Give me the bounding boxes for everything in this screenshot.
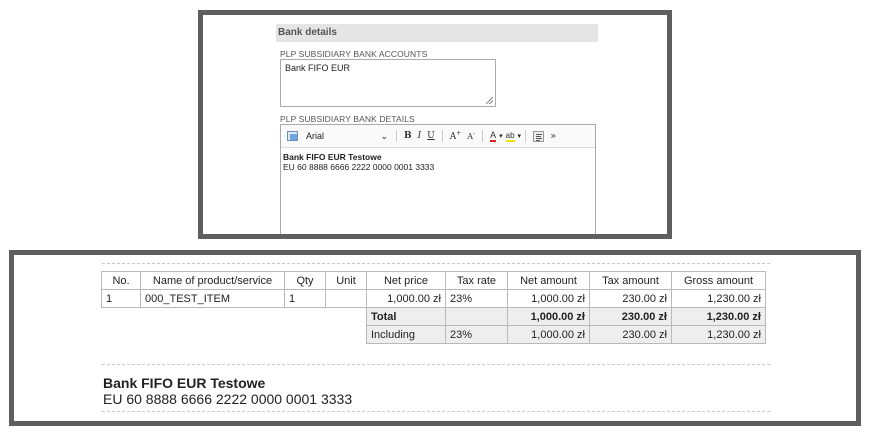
cell-tax-amount: 230.00 zł xyxy=(589,289,672,308)
invoice-preview-panel: No. Name of product/service Qty Unit Net… xyxy=(9,250,861,426)
more-options-button[interactable]: » xyxy=(550,131,556,142)
col-header-no: No. xyxy=(101,271,141,290)
including-tax-amount: 230.00 zł xyxy=(589,325,672,344)
cell-net-price: 1,000.00 zł xyxy=(366,289,446,308)
col-header-tax-amount: Tax amount xyxy=(589,271,672,290)
including-tax-rate: 23% xyxy=(445,325,508,344)
font-family-value: Arial xyxy=(306,131,325,141)
font-family-select[interactable]: Arial ⌄ xyxy=(302,131,392,142)
toolbar-divider xyxy=(441,130,443,142)
col-header-tax-rate: Tax rate xyxy=(445,271,508,290)
cell-name: 000_TEST_ITEM xyxy=(140,289,285,308)
resize-grip-icon[interactable] xyxy=(486,97,493,104)
col-header-net-amount: Net amount xyxy=(507,271,590,290)
superscript-button[interactable]: A+ xyxy=(450,130,462,142)
accounts-textarea[interactable]: Bank FIFO EUR xyxy=(280,59,496,107)
cell-unit xyxy=(325,289,367,308)
bank-details-panel: Bank details PLP SUBSIDIARY BANK ACCOUNT… xyxy=(198,10,672,239)
chevron-down-icon[interactable]: ▾ xyxy=(518,132,522,140)
including-net-amount: 1,000.00 zł xyxy=(507,325,590,344)
details-line-2: EU 60 8888 6666 2222 0000 0001 3333 xyxy=(283,162,435,172)
section-title: Bank details xyxy=(276,24,598,42)
insert-image-icon[interactable] xyxy=(287,131,298,141)
bold-button[interactable]: B xyxy=(404,131,412,141)
toolbar-divider xyxy=(482,130,484,142)
divider xyxy=(102,263,770,264)
chevron-down-icon: ⌄ xyxy=(380,130,388,141)
total-net-amount: 1,000.00 zł xyxy=(507,307,590,326)
including-label: Including xyxy=(366,325,446,344)
font-color-button[interactable]: A xyxy=(490,130,497,142)
items-table: No. Name of product/service Qty Unit Net… xyxy=(101,271,766,344)
highlight-color-button[interactable]: ab xyxy=(505,131,515,142)
table-row: 1 000_TEST_ITEM 1 1,000.00 zł 23% 1,000.… xyxy=(101,289,766,308)
cell-net-amount: 1,000.00 zł xyxy=(507,289,590,308)
toolbar-divider xyxy=(525,130,527,142)
total-row: Total 1,000.00 zł 230.00 zł 1,230.00 zł xyxy=(102,307,766,326)
underline-button[interactable]: U xyxy=(427,131,435,141)
align-button-icon[interactable] xyxy=(533,130,545,142)
col-header-qty: Qty xyxy=(284,271,326,290)
details-line-1: Bank FIFO EUR Testowe xyxy=(283,152,382,162)
bank-account-number: EU 60 8888 6666 2222 0000 0001 3333 xyxy=(103,391,353,407)
col-header-gross-amount: Gross amount xyxy=(671,271,766,290)
bank-title: Bank FIFO EUR Testowe xyxy=(103,375,266,391)
col-header-net-price: Net price xyxy=(366,271,446,290)
cell-no: 1 xyxy=(101,289,141,308)
total-gross-amount: 1,230.00 zł xyxy=(671,307,766,326)
including-gross-amount: 1,230.00 zł xyxy=(671,325,766,344)
toolbar-divider xyxy=(396,130,397,142)
total-label: Total xyxy=(366,307,446,326)
details-rich-text-editor[interactable]: Arial ⌄ B I U A+ A- A ▾ ab ▾ » Bank FIFO… xyxy=(280,124,596,234)
editor-toolbar: Arial ⌄ B I U A+ A- A ▾ ab ▾ » xyxy=(281,125,595,148)
subscript-button[interactable]: A- xyxy=(467,130,475,142)
cell-tax-rate: 23% xyxy=(445,289,508,308)
cell-gross-amount: 1,230.00 zł xyxy=(671,289,766,308)
total-tax-rate xyxy=(445,307,508,326)
italic-button[interactable]: I xyxy=(418,131,422,141)
editor-content[interactable]: Bank FIFO EUR Testowe EU 60 8888 6666 22… xyxy=(281,148,595,176)
col-header-unit: Unit xyxy=(325,271,367,290)
details-label: PLP SUBSIDIARY BANK DETAILS xyxy=(280,114,415,124)
accounts-value: Bank FIFO EUR xyxy=(285,63,351,73)
col-header-name: Name of product/service xyxy=(140,271,285,290)
total-tax-amount: 230.00 zł xyxy=(589,307,672,326)
accounts-label: PLP SUBSIDIARY BANK ACCOUNTS xyxy=(280,49,428,59)
divider xyxy=(102,411,770,412)
table-header-row: No. Name of product/service Qty Unit Net… xyxy=(101,271,766,290)
cell-qty: 1 xyxy=(284,289,326,308)
including-row: Including 23% 1,000.00 zł 230.00 zł 1,23… xyxy=(102,325,766,344)
chevron-down-icon[interactable]: ▾ xyxy=(499,132,503,140)
divider xyxy=(102,364,770,365)
